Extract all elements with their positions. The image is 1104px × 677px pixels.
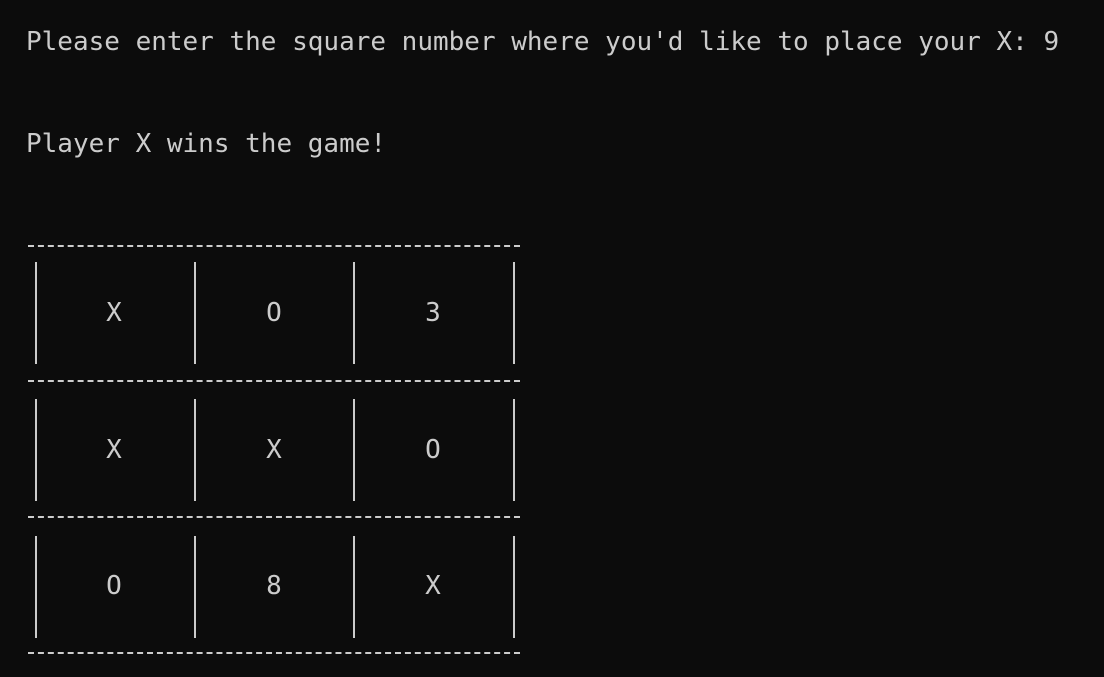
board-cell-2: O bbox=[266, 298, 282, 328]
board-cell-3: 3 bbox=[425, 298, 441, 328]
board-separator-top bbox=[28, 245, 520, 247]
board-cell-5: X bbox=[266, 435, 282, 465]
board-cell-4: X bbox=[106, 435, 122, 465]
board-divider bbox=[513, 536, 515, 638]
tic-tac-toe-board: X O 3 X X O O 8 X bbox=[26, 229, 522, 666]
board-separator-row-1 bbox=[28, 380, 520, 382]
board-cell-1: X bbox=[106, 298, 122, 328]
board-divider bbox=[513, 262, 515, 364]
game-result-message: Player X wins the game! bbox=[26, 129, 387, 159]
input-prompt: Please enter the square number where you… bbox=[26, 27, 1060, 57]
board-separator-bottom bbox=[28, 652, 520, 654]
board-cell-6: O bbox=[425, 435, 441, 465]
board-cell-7: O bbox=[106, 571, 122, 601]
board-cell-8: 8 bbox=[266, 571, 282, 601]
board-cell-9: X bbox=[425, 571, 441, 601]
board-divider bbox=[513, 399, 515, 501]
board-separator-row-2 bbox=[28, 516, 520, 518]
